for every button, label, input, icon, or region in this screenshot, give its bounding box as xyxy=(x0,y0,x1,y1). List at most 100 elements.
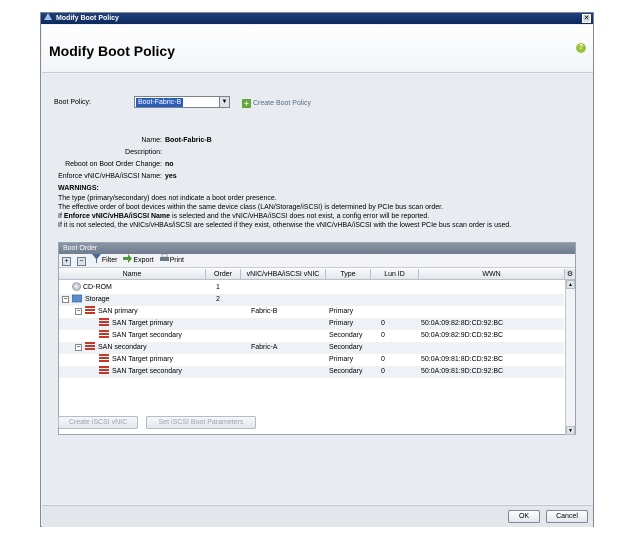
modify-boot-policy-dialog: Modify Boot Policy ✕ Modify Boot Policy … xyxy=(40,12,594,527)
enforce-value: yes xyxy=(165,173,177,180)
warning-line-1: The type (primary/secondary) does not in… xyxy=(58,195,277,202)
row-lun: 0 xyxy=(381,320,385,327)
row-vnic: Fabric-A xyxy=(251,344,278,351)
row-wwn: 50:0A:09:82:8D:CD:92:BC xyxy=(421,320,504,327)
add-icon: + xyxy=(242,99,251,108)
warning-line-3-bold: Enforce vNIC/vHBA/iSCSI Name xyxy=(63,213,171,220)
close-button[interactable]: ✕ xyxy=(582,14,591,23)
name-value: Boot-Fabric-B xyxy=(165,137,212,144)
column-header-name[interactable]: Name xyxy=(59,269,206,280)
warning-line-3: If Enforce vNIC/vHBA/iSCSI Name is selec… xyxy=(58,213,429,220)
column-config-icon[interactable]: ⚙ xyxy=(565,269,575,280)
filter-button[interactable]: Filter xyxy=(91,254,118,268)
add-row-button[interactable]: + xyxy=(62,257,71,266)
row-lun: 0 xyxy=(381,356,385,363)
row-name: Storage xyxy=(85,296,110,303)
boot-policy-selected: Boot-Fabric-B xyxy=(136,98,184,107)
row-wwn: 50:0A:09:81:8D:CD:92:BC xyxy=(421,356,504,363)
ok-button[interactable]: OK xyxy=(508,510,540,523)
table-row[interactable]: − SAN primary Fabric-B Primary xyxy=(59,306,564,318)
row-name: CD-ROM xyxy=(83,284,112,291)
description-label: Description: xyxy=(125,149,162,156)
row-name: SAN Target secondary xyxy=(112,332,182,339)
column-header-lun[interactable]: Lun ID xyxy=(371,269,419,280)
row-type: Primary xyxy=(329,320,354,327)
export-label: Export xyxy=(133,257,154,264)
set-iscsi-boot-parameters-button[interactable]: Set iSCSI Boot Parameters xyxy=(146,416,256,429)
reboot-label: Reboot on Boot Order Change: xyxy=(65,161,162,168)
row-name: SAN primary xyxy=(98,308,138,315)
table-row[interactable]: SAN Target secondary Secondary 0 50:0A:0… xyxy=(59,330,564,342)
row-lun: 0 xyxy=(381,368,385,375)
table-row[interactable]: − Storage 2 xyxy=(59,294,564,306)
enforce-label: Enforce vNIC/vHBA/iSCSI Name: xyxy=(58,173,162,180)
form-area: Boot Policy: Boot-Fabric-B ▼ + Create Boo… xyxy=(42,74,593,504)
window-titlebar: Modify Boot Policy ✕ xyxy=(41,13,593,24)
print-label: Print xyxy=(169,257,185,264)
table-row[interactable]: SAN Target secondary Secondary 0 50:0A:0… xyxy=(59,366,564,378)
table-row[interactable]: SAN Target primary Primary 0 50:0A:09:81… xyxy=(59,354,564,366)
san-icon xyxy=(85,306,97,318)
column-header-order[interactable]: Order xyxy=(206,269,241,280)
chevron-down-icon[interactable]: ▼ xyxy=(219,97,229,107)
row-lun: 0 xyxy=(381,332,385,339)
create-boot-policy-label: Create Boot Policy xyxy=(253,100,311,107)
name-label: Name: xyxy=(141,137,162,144)
san-target-icon xyxy=(99,366,111,378)
san-target-icon xyxy=(99,318,111,330)
boot-order-table: Name Order vNIC/vHBA/iSCSI vNIC Type Lun… xyxy=(59,269,575,435)
row-type: Secondary xyxy=(329,368,363,375)
table-row[interactable]: − SAN secondary Fabric-A Secondary xyxy=(59,342,564,354)
remove-row-button[interactable]: − xyxy=(76,257,86,266)
page-title: Modify Boot Policy xyxy=(49,43,175,59)
boot-policy-label: Boot Policy: xyxy=(54,99,91,106)
row-type: Primary xyxy=(329,308,354,315)
collapse-toggle-icon[interactable]: − xyxy=(75,306,84,318)
column-header-type[interactable]: Type xyxy=(326,269,371,280)
help-icon[interactable]: ? xyxy=(576,43,586,53)
san-target-icon xyxy=(99,354,111,366)
row-type: Primary xyxy=(329,356,354,363)
window-title: Modify Boot Policy xyxy=(55,15,119,22)
export-icon xyxy=(123,254,133,263)
reboot-value: no xyxy=(165,161,174,168)
row-wwn: 50:0A:09:82:9D:CD:92:BC xyxy=(421,332,504,339)
print-icon xyxy=(159,254,169,261)
san-icon xyxy=(85,342,97,354)
print-button[interactable]: Print xyxy=(159,254,185,268)
row-name: SAN Target secondary xyxy=(112,368,182,375)
scroll-up-icon[interactable]: ▲ xyxy=(566,280,575,289)
filter-label: Filter xyxy=(101,257,118,264)
collapse-toggle-icon[interactable]: − xyxy=(75,342,84,354)
row-vnic: Fabric-B xyxy=(251,308,278,315)
row-type: Secondary xyxy=(329,332,363,339)
warning-line-4: If it is not selected, the vNICs/vHBAs/i… xyxy=(58,222,512,229)
column-header-vnic[interactable]: vNIC/vHBA/iSCSI vNIC xyxy=(241,269,326,280)
scroll-down-icon[interactable]: ▼ xyxy=(566,426,575,435)
row-name: SAN Target primary xyxy=(112,356,173,363)
table-scrollbar[interactable]: ▲ ▼ xyxy=(565,280,575,435)
row-wwn: 50:0A:09:81:9D:CD:92:BC xyxy=(421,368,504,375)
row-name: SAN Target primary xyxy=(112,320,173,327)
boot-order-panel: Boot Order + − Filter Export Print Name … xyxy=(58,242,576,435)
boot-policy-select[interactable]: Boot-Fabric-B ▼ xyxy=(134,96,230,108)
row-order: 1 xyxy=(216,284,220,291)
dialog-footer: OK Cancel xyxy=(42,505,593,527)
row-type: Secondary xyxy=(329,344,363,351)
create-iscsi-vnic-button[interactable]: Create iSCSI vNIC xyxy=(58,416,138,429)
table-row[interactable]: CD-ROM 1 xyxy=(59,282,564,294)
collapse-toggle-icon[interactable]: − xyxy=(62,294,71,306)
row-order: 2 xyxy=(216,296,220,303)
warning-line-2: The effective order of boot devices with… xyxy=(58,204,444,211)
column-header-wwn[interactable]: WWN xyxy=(419,269,565,280)
warnings-heading: WARNINGS: xyxy=(58,185,99,192)
export-button[interactable]: Export xyxy=(123,254,154,268)
san-target-icon xyxy=(99,330,111,342)
warning-line-3-post: is selected and the vNIC/vHBA/iSCSI does… xyxy=(170,213,430,220)
boot-order-toolbar: + − Filter Export Print xyxy=(59,254,575,268)
create-boot-policy-link[interactable]: + Create Boot Policy xyxy=(242,99,311,108)
row-name: SAN secondary xyxy=(98,344,147,351)
table-row[interactable]: SAN Target primary Primary 0 50:0A:09:82… xyxy=(59,318,564,330)
filter-icon xyxy=(91,254,101,263)
cancel-button[interactable]: Cancel xyxy=(546,510,588,523)
